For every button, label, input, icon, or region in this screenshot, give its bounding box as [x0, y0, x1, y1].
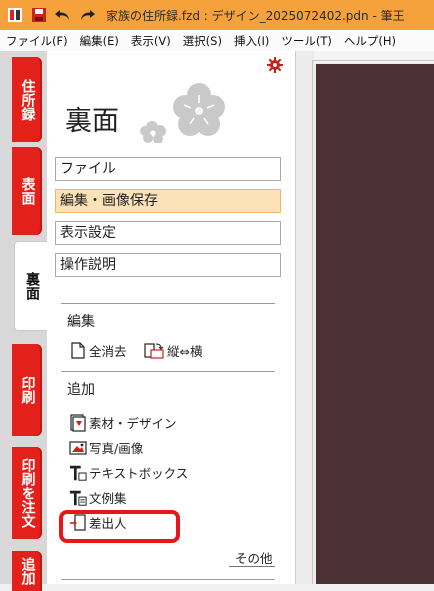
- add-section-label: 追加: [67, 382, 95, 398]
- add-text-box-button[interactable]: テキストボックス: [69, 463, 188, 482]
- material-design-icon: [69, 413, 87, 432]
- edit-section-label: 編集: [67, 314, 95, 330]
- menu-view[interactable]: 表示(V): [125, 33, 177, 49]
- tab-order-print-label: 印刷を注文: [19, 458, 36, 528]
- menu-bar: ファイル(F) 編集(E) 表示(V) 選択(S) 挿入(I) ツール(T) ヘ…: [0, 30, 434, 52]
- menu-select[interactable]: 選択(S): [177, 33, 228, 49]
- tab-print[interactable]: 印刷: [12, 344, 42, 436]
- page-title: 裏面: [65, 106, 119, 137]
- blank-page-icon: [69, 342, 87, 360]
- menu-tools[interactable]: ツール(T): [275, 33, 338, 49]
- tab-add[interactable]: 追加: [12, 551, 42, 591]
- add-material-design-button[interactable]: 素材・デザイン: [69, 413, 177, 432]
- window-title: 家族の住所録.fzd : デザイン_2025072402.pdn - 筆王: [106, 8, 405, 23]
- add-photo-image-label: 写真/画像: [89, 441, 144, 456]
- divider: [61, 579, 275, 580]
- text-box-icon: [69, 464, 87, 482]
- panel-menu-display-settings[interactable]: 表示設定: [55, 221, 281, 245]
- gear-icon[interactable]: [267, 57, 283, 73]
- sample-text-icon: [69, 489, 87, 507]
- add-text-box-label: テキストボックス: [89, 466, 189, 481]
- panel-menu-instructions[interactable]: 操作説明: [55, 253, 281, 277]
- divider: [61, 303, 275, 304]
- sender-highlight-box: [59, 510, 180, 543]
- rotate-page-icon: [143, 342, 165, 360]
- add-photo-image-button[interactable]: 写真/画像: [69, 438, 143, 457]
- orientation-toggle-button[interactable]: 縦⇔横: [143, 341, 202, 360]
- tab-front[interactable]: 表面: [12, 147, 42, 235]
- add-material-design-label: 素材・デザイン: [89, 416, 177, 431]
- tab-back-label: 裏面: [24, 272, 40, 300]
- add-sample-text-button[interactable]: 文例集: [69, 488, 127, 507]
- side-panel: 裏面 ファイル 編集・画像保存 表示設定 操作説明 編集 全消去 縦⇔横 追加 …: [47, 51, 296, 584]
- more-underline: [229, 566, 275, 567]
- menu-edit[interactable]: 編集(E): [74, 33, 125, 49]
- undo-icon[interactable]: [54, 6, 72, 24]
- tab-order-print[interactable]: 印刷を注文: [12, 447, 42, 539]
- panel-menu-file[interactable]: ファイル: [55, 157, 281, 181]
- menu-help[interactable]: ヘルプ(H): [338, 33, 402, 49]
- save-icon[interactable]: [30, 6, 48, 24]
- tab-back[interactable]: 裏面: [14, 241, 48, 331]
- design-canvas[interactable]: [316, 64, 434, 584]
- menu-insert[interactable]: 挿入(I): [228, 33, 275, 49]
- tab-print-label: 印刷: [19, 376, 36, 404]
- tab-address-book-label: 住所録: [19, 78, 36, 121]
- panel-menu-edit-save-image[interactable]: 編集・画像保存: [55, 189, 281, 213]
- title-bar: 家族の住所録.fzd : デザイン_2025072402.pdn - 筆王: [0, 0, 434, 30]
- redo-icon[interactable]: [78, 6, 96, 24]
- add-sample-text-label: 文例集: [89, 491, 127, 506]
- photo-icon: [69, 439, 87, 457]
- app-icon: [6, 6, 24, 24]
- divider: [61, 371, 275, 372]
- tab-front-label: 表面: [19, 177, 36, 205]
- orientation-toggle-label: 縦⇔横: [167, 344, 203, 359]
- more-options-link[interactable]: その他: [235, 548, 273, 567]
- flower-decoration-icon: [140, 83, 225, 143]
- tab-strip: 住所録 表面 裏面 印刷 印刷を注文 追加: [0, 51, 48, 591]
- menu-file[interactable]: ファイル(F): [0, 33, 74, 49]
- tab-address-book[interactable]: 住所録: [12, 57, 42, 142]
- clear-all-button[interactable]: 全消去: [69, 341, 127, 360]
- tab-add-label: 追加: [19, 557, 36, 585]
- clear-all-label: 全消去: [89, 344, 127, 359]
